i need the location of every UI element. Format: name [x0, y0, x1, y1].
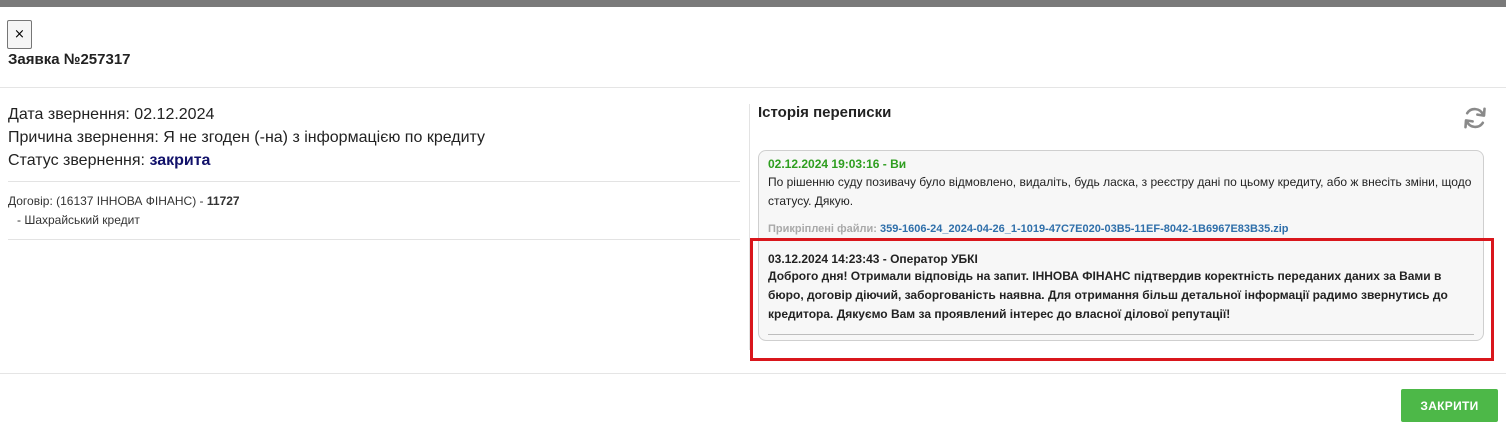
contract-info: Договір: (16137 ІННОВА ФІНАНС) - 11727 -… — [8, 192, 240, 230]
request-reason-label: Причина звернення: — [8, 129, 159, 146]
status-badge: закрита — [149, 152, 211, 169]
request-details: Дата звернення: 02.12.2024 Причина зверн… — [8, 103, 740, 240]
request-status-label: Статус звернення: — [8, 152, 145, 169]
history-title: Історія переписки — [758, 104, 892, 121]
request-date: Дата звернення: 02.12.2024 — [8, 103, 740, 126]
request-reason: Причина звернення: Я не згоден (-на) з і… — [8, 126, 740, 149]
message-operator: 03.12.2024 14:23:43 - Оператор УБКІ Добр… — [768, 251, 1474, 324]
footer-divider — [0, 373, 1506, 374]
details-divider — [8, 181, 740, 182]
request-modal: × Заявка №257317 Дата звернення: 02.12.2… — [0, 7, 1506, 422]
contract-prefix: Договір: (16137 ІННОВА ФІНАНС) - — [8, 194, 204, 208]
messages-box: 02.12.2024 19:03:16 - Ви По рішенню суду… — [758, 150, 1484, 341]
close-x-button[interactable]: × — [7, 20, 32, 49]
request-date-label: Дата звернення: — [8, 106, 130, 123]
contract-type: - Шахрайський кредит — [17, 213, 140, 227]
message-header: 03.12.2024 14:23:43 - Оператор УБКІ — [768, 252, 978, 266]
message-header: 02.12.2024 19:03:16 - Ви — [768, 157, 907, 171]
request-date-value: 02.12.2024 — [134, 106, 215, 123]
background-page-strip — [0, 0, 1506, 7]
message-divider — [768, 334, 1474, 335]
modal-title: Заявка №257317 — [8, 51, 131, 68]
attachment-link[interactable]: 359-1606-24_2024-04-26_1-1019-47C7E020-0… — [880, 223, 1289, 235]
message-body: Доброго дня! Отримали відповідь на запит… — [768, 269, 1448, 321]
attachment-label: Прикріплені файли: — [768, 223, 877, 235]
request-reason-value: Я не згоден (-на) з інформацією по креди… — [163, 129, 486, 146]
request-status: Статус звернення: закрита — [8, 149, 740, 172]
contract-divider — [8, 239, 740, 240]
contract-number: 11727 — [206, 194, 240, 208]
refresh-icon[interactable] — [1462, 105, 1488, 131]
message-user: 02.12.2024 19:03:16 - Ви По рішенню суду… — [768, 156, 1474, 237]
column-divider — [749, 104, 750, 350]
attachment-row: Прикріплені файли: 359-1606-24_2024-04-2… — [768, 221, 1474, 237]
header-divider — [0, 87, 1506, 88]
correspondence-history: Історія переписки 02.12.2024 19:03:16 - … — [758, 103, 1492, 341]
close-button[interactable]: ЗАКРИТИ — [1401, 389, 1498, 422]
message-body: По рішенню суду позивачу було відмовлено… — [768, 175, 1472, 208]
